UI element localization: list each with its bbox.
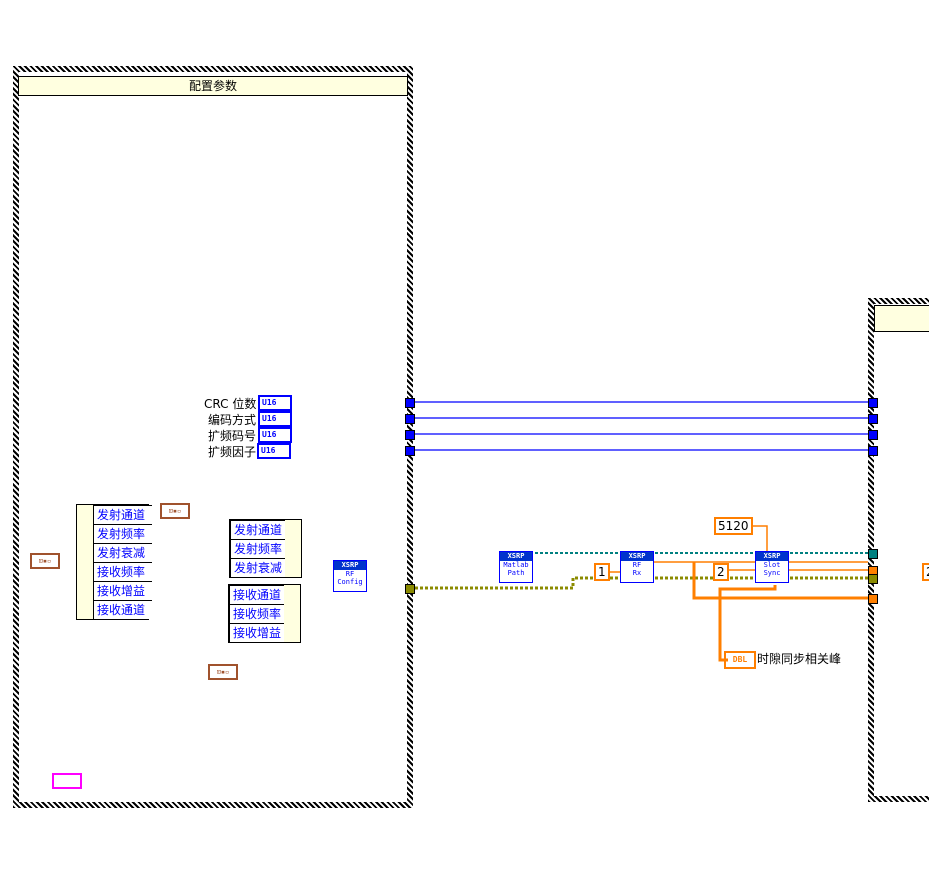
- coding-mode-control[interactable]: U16: [258, 411, 292, 427]
- tunnel: [405, 414, 415, 424]
- tunnel: [868, 446, 878, 456]
- bundle-by-name-tx[interactable]: 发射通道 发射频率 发射衰减: [229, 519, 302, 578]
- slot-sync-peak-label: 时隙同步相关峰: [757, 652, 842, 666]
- bundle-item[interactable]: 接收增益: [229, 623, 284, 642]
- crc-bits-label: CRC 位数: [204, 397, 257, 411]
- dbl-indicator[interactable]: DBL: [724, 651, 756, 669]
- unbundle-item[interactable]: 发射通道: [93, 505, 152, 524]
- constant-1[interactable]: 1: [594, 563, 610, 581]
- coding-mode-label: 编码方式: [208, 413, 257, 427]
- tunnel: [868, 430, 878, 440]
- bundle-item[interactable]: 发射频率: [230, 539, 285, 558]
- subvi-line: Rx: [632, 569, 642, 577]
- constant-2-next[interactable]: 2: [922, 563, 929, 581]
- subvi-line: Slot: [763, 561, 781, 569]
- unbundle-item[interactable]: 接收频率: [93, 562, 152, 581]
- subvi-line: Path: [507, 569, 525, 577]
- subvi-line: RF: [632, 561, 642, 569]
- subvi-title: XSRP: [621, 552, 653, 561]
- xsrp-rf-rx-subvi[interactable]: XSRP RF Rx: [620, 551, 654, 583]
- xsrp-rf-config-subvi[interactable]: XSRP RF Config: [333, 560, 367, 592]
- bundle-item[interactable]: 发射衰减: [230, 558, 285, 577]
- cluster-constant-input[interactable]: ⊡▪▫: [30, 553, 60, 569]
- unbundle-item[interactable]: 接收增益: [93, 581, 152, 600]
- tunnel: [405, 430, 415, 440]
- cluster-constant-pink[interactable]: [52, 773, 82, 789]
- subvi-title: XSRP: [334, 561, 366, 570]
- xsrp-matlab-path-subvi[interactable]: XSRP Matlab Path: [499, 551, 533, 583]
- path-tunnel: [868, 549, 878, 559]
- subvi-line: Sync: [763, 569, 781, 577]
- constant-5120[interactable]: 5120: [714, 517, 753, 535]
- tunnel: [868, 398, 878, 408]
- bundle-item[interactable]: 发射通道: [230, 520, 285, 539]
- subvi-line: RF: [345, 570, 355, 578]
- unbundle-item[interactable]: 接收通道: [93, 600, 152, 619]
- orange-tunnel: [868, 594, 878, 604]
- tunnel: [405, 398, 415, 408]
- bundle-by-name-rx[interactable]: 接收通道 接收频率 接收增益: [228, 584, 301, 643]
- bundle-item[interactable]: 接收频率: [229, 604, 284, 623]
- tunnel: [405, 446, 415, 456]
- spread-code-control[interactable]: U16: [258, 427, 292, 443]
- cluster-tunnel: [868, 574, 878, 584]
- unbundle-item[interactable]: 发射衰减: [93, 543, 152, 562]
- cluster-tunnel: [405, 584, 415, 594]
- subvi-line: Matlab: [503, 561, 529, 569]
- subvi-title: XSRP: [756, 552, 788, 561]
- frame-header-next: [874, 305, 929, 332]
- bundle-item[interactable]: 接收通道: [229, 585, 284, 604]
- tunnel: [868, 414, 878, 424]
- subvi-title: XSRP: [500, 552, 532, 561]
- unbundle-by-name[interactable]: 发射通道 发射频率 发射衰减 接收频率 接收增益 接收通道: [76, 504, 152, 620]
- spread-code-label: 扩频码号: [208, 429, 257, 443]
- xsrp-slot-sync-subvi[interactable]: XSRP Slot Sync: [755, 551, 789, 583]
- cluster-constant-tx[interactable]: ⊡▪▫: [160, 503, 190, 519]
- frame-header-config: 配置参数: [18, 76, 408, 96]
- cluster-constant-rx[interactable]: ⊡▪▫: [208, 664, 238, 680]
- spread-factor-label: 扩频因子: [208, 445, 257, 459]
- spread-factor-control[interactable]: U16: [257, 443, 291, 459]
- unbundle-item[interactable]: 发射频率: [93, 524, 152, 543]
- crc-bits-control[interactable]: U16: [258, 395, 292, 411]
- subvi-line: Config: [337, 578, 363, 586]
- constant-2[interactable]: 2: [713, 563, 729, 581]
